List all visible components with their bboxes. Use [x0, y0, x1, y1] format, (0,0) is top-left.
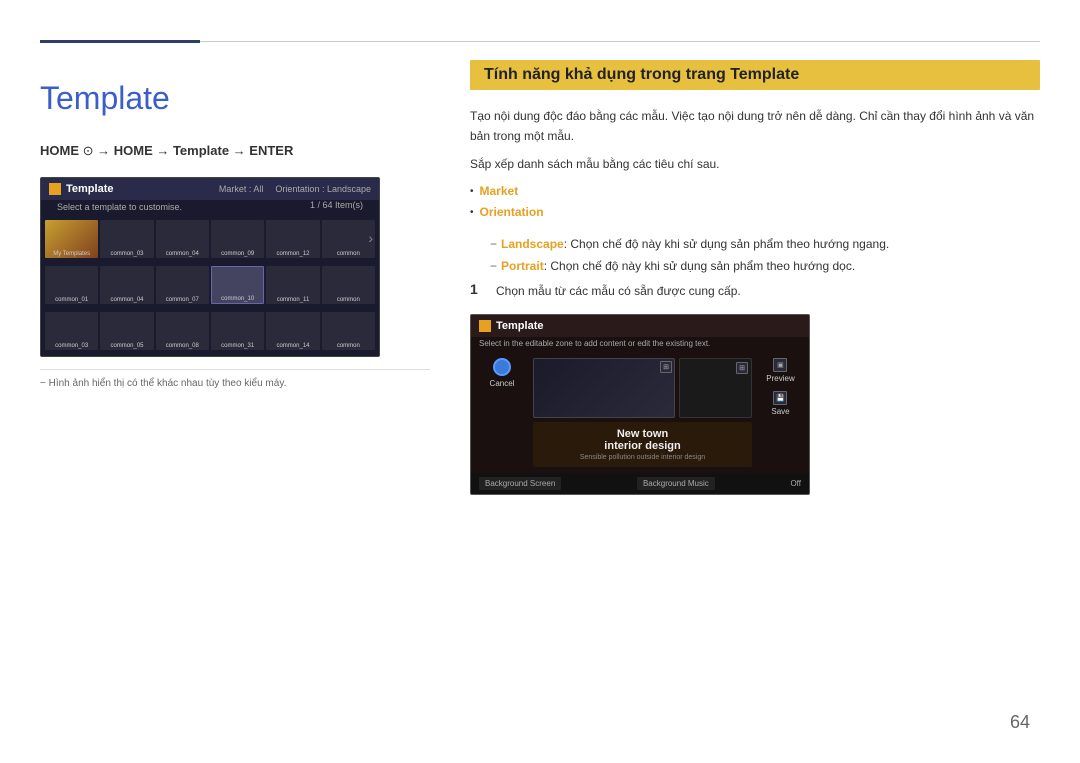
tui-cell-common-r3[interactable]: common: [322, 312, 375, 350]
tul-header: Template: [471, 315, 809, 337]
landscape-key: Landscape: [501, 237, 564, 251]
tui-row-2: common_01 common_04 common_07 common_10 …: [41, 262, 379, 306]
landscape-text: : Chọn chế độ này khi sử dụng sản phẩm t…: [564, 237, 890, 251]
bg-screen-label[interactable]: Background Screen: [479, 477, 561, 490]
tui-grid-row3: common_03 common_05 common_08 common_31 …: [41, 308, 379, 352]
market-filter: Market : All: [219, 184, 264, 194]
tui-cell-common10[interactable]: common_10: [211, 266, 264, 304]
cell-label-my-templates: My Templates: [45, 251, 98, 257]
template-ui-mockup-left: Template Market : All Orientation : Land…: [40, 177, 380, 357]
save-label: Save: [771, 407, 789, 416]
preview-label: Preview: [766, 374, 794, 383]
tui-cell-common03b[interactable]: common_03: [45, 312, 98, 350]
portrait-key: Portrait: [501, 259, 544, 273]
sub-bullet-portrait: − Portrait: Chọn chế độ này khi sử dụng …: [490, 256, 1040, 278]
tui-cell-common08[interactable]: common_08: [156, 312, 209, 350]
save-icon: 💾: [773, 391, 787, 405]
tui-cell-common01[interactable]: common_01: [45, 266, 98, 304]
tui-count: 1 / 64 Item(s): [310, 200, 371, 216]
tui-cell-my-templates[interactable]: My Templates: [45, 220, 98, 258]
bg-music-value: Off: [790, 479, 801, 488]
tui-cell-common03[interactable]: common_03: [100, 220, 153, 258]
step-1-row: 1 Chọn mẫu từ các mẫu có sẵn được cung c…: [470, 281, 1040, 300]
tui-grid-row1: My Templates common_03 common_04 common_…: [41, 216, 379, 260]
tul-title: Template: [496, 320, 543, 332]
tul-images-row: ⊞ ⊞: [533, 358, 752, 418]
tul-image-inner: [533, 358, 675, 418]
top-line-dark: [40, 40, 200, 43]
sub-bullet-list: − Landscape: Chọn chế độ này khi sử dụng…: [490, 234, 1040, 277]
top-decorative-lines: [40, 40, 1040, 43]
sub-bullet-landscape: − Landscape: Chọn chế độ này khi sử dụng…: [490, 234, 1040, 256]
tul-text-main: New town: [539, 428, 746, 440]
section-title: Tính năng khả dụng trong trang Template: [470, 60, 1040, 90]
tui-cell-common14[interactable]: common_14: [266, 312, 319, 350]
portrait-text: : Chọn chế độ này khi sử dụng sản phẩm t…: [544, 259, 855, 273]
tui-cell-common04b[interactable]: common_04: [100, 266, 153, 304]
tui-cell-common05[interactable]: common_05: [100, 312, 153, 350]
orientation-label: Orientation: [480, 202, 544, 224]
left-column: Template HOME ⊙ → HOME → Template → ENTE…: [40, 60, 430, 389]
tul-right-panel: ▣ Preview 💾 Save: [758, 358, 803, 467]
small-image-corner-icon: ⊞: [736, 362, 748, 374]
nav-instruction: HOME ⊙ → HOME → Template → ENTER: [40, 141, 430, 161]
page-number: 64: [1010, 712, 1030, 733]
tul-icon: [479, 320, 491, 332]
tui-icon: [49, 183, 61, 195]
bullet-orientation: • Orientation: [470, 202, 1040, 224]
tul-footer: Background Screen Background Music Off: [471, 473, 809, 494]
tui-row-3: common_03 common_05 common_08 common_31 …: [41, 308, 379, 352]
tui-cell-common11[interactable]: common_11: [266, 266, 319, 304]
bullet-market: • Market: [470, 181, 1040, 203]
cancel-icon: [493, 358, 511, 376]
bg-music-label[interactable]: Background Music: [637, 477, 715, 490]
tul-image-small[interactable]: ⊞: [679, 358, 752, 418]
orientation-filter: Orientation : Landscape: [275, 184, 371, 194]
tui-subtitle: Select a template to customise.: [49, 200, 190, 216]
right-column: Tính năng khả dụng trong trang Template …: [470, 60, 1040, 495]
tui-grid-row2: common_01 common_04 common_07 common_10 …: [41, 262, 379, 306]
step-number: 1: [470, 281, 486, 297]
tui-row-1: My Templates common_03 common_04 common_…: [41, 216, 379, 260]
tul-body: Cancel ⊞ ⊞ New town: [471, 352, 809, 473]
tui-nav-arrow[interactable]: ›: [368, 230, 373, 246]
description-text: Tạo nội dung độc đáo bằng các mẫu. Việc …: [470, 106, 1040, 147]
tui-controls: Market : All Orientation : Landscape: [219, 184, 371, 194]
market-label: Market: [480, 181, 519, 203]
tul-image-large[interactable]: ⊞: [533, 358, 675, 418]
tul-text-area[interactable]: New town interior design Sensible pollut…: [533, 422, 752, 467]
tui-cell-common04[interactable]: common_04: [156, 220, 209, 258]
step-text: Chọn mẫu từ các mẫu có sẵn được cung cấp…: [496, 281, 741, 300]
tul-text-sub: interior design: [539, 440, 746, 452]
preview-button[interactable]: ▣ Preview: [766, 358, 794, 383]
top-line-light: [200, 41, 1040, 42]
tul-main-area: ⊞ ⊞ New town interior design Sensible po…: [533, 358, 752, 467]
save-button[interactable]: 💾 Save: [771, 391, 789, 416]
tui-cell-common12[interactable]: common_12: [266, 220, 319, 258]
template-ui-mockup-right: Template Select in the editable zone to …: [470, 314, 810, 495]
bullet-list: • Market • Orientation: [470, 181, 1040, 224]
tui-cell-common09[interactable]: common_09: [211, 220, 264, 258]
footer-note: − Hình ảnh hiển thị có thể khác nhau tùy…: [40, 369, 430, 389]
tul-subtitle: Select in the editable zone to add conte…: [471, 337, 809, 352]
sort-text: Sắp xếp danh sách mẫu bằng các tiêu chí …: [470, 157, 1040, 171]
cancel-label: Cancel: [490, 379, 515, 388]
tui-header: Template Market : All Orientation : Land…: [41, 178, 379, 200]
tui-cell-common-r1[interactable]: common: [322, 220, 375, 258]
preview-icon: ▣: [773, 358, 787, 372]
tui-title: Template: [66, 183, 113, 195]
page-title: Template: [40, 80, 430, 117]
cancel-button[interactable]: Cancel: [490, 358, 515, 388]
tui-cell-common31[interactable]: common_31: [211, 312, 264, 350]
tui-cell-common07[interactable]: common_07: [156, 266, 209, 304]
tul-left-panel: Cancel: [477, 358, 527, 467]
tui-cell-common-r2[interactable]: common: [322, 266, 375, 304]
image-corner-icon: ⊞: [660, 361, 672, 373]
tul-text-desc: Sensible pollution outside interior desi…: [539, 454, 746, 461]
